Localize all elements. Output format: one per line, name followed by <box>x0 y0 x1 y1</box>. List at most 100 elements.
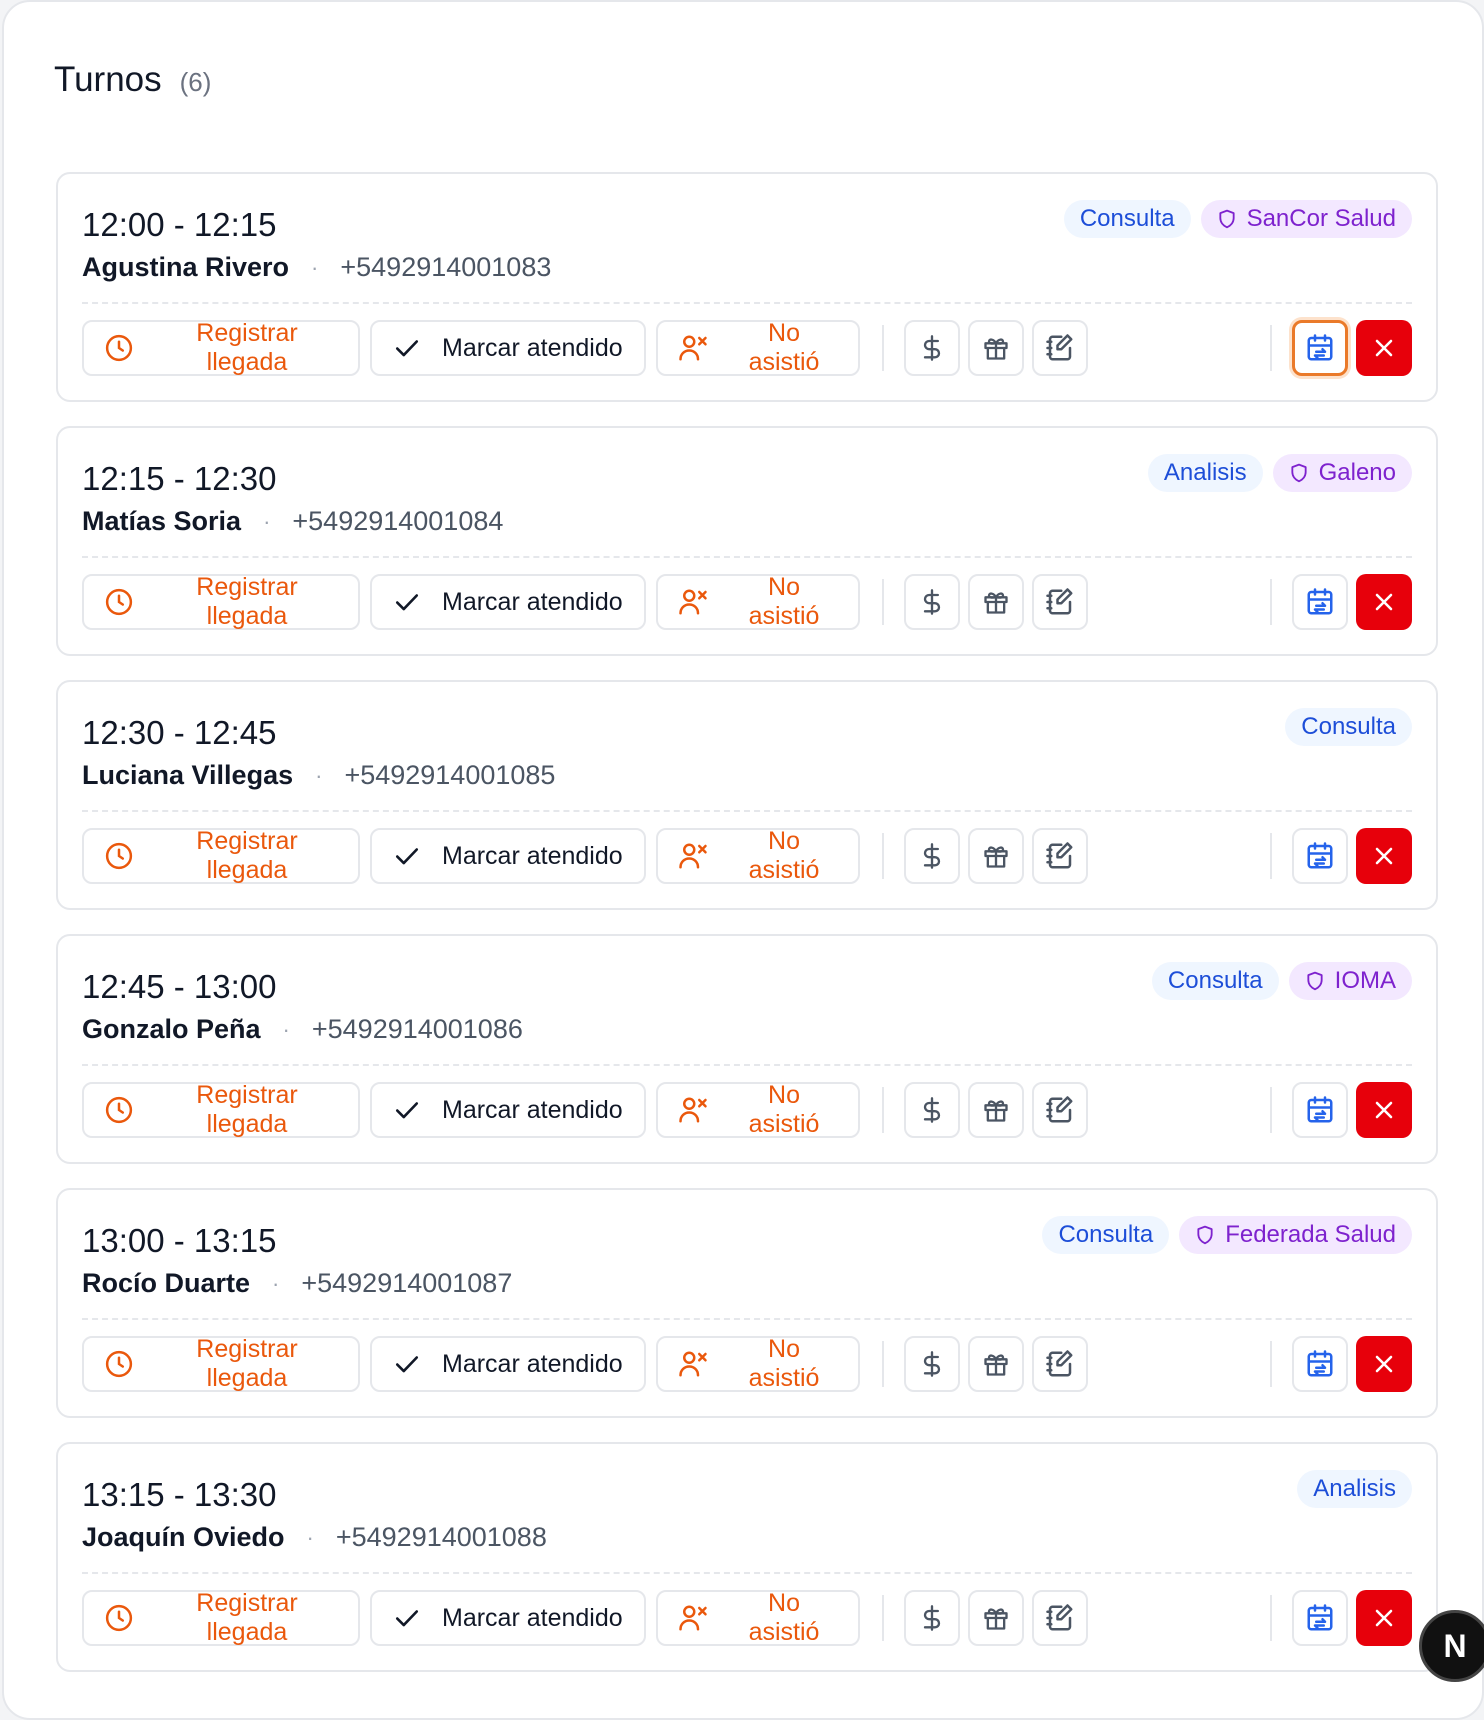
user-x-icon <box>678 1095 708 1125</box>
payment-button[interactable] <box>904 1590 960 1646</box>
cancel-appointment-button[interactable] <box>1356 1336 1412 1392</box>
register-arrival-button[interactable]: Registrar llegada <box>82 1335 360 1392</box>
card-actions: Registrar llegada Marcar atendido No asi… <box>82 1589 1096 1646</box>
shield-icon <box>1217 208 1237 230</box>
no-show-button[interactable]: No asistió <box>656 319 860 376</box>
no-show-button[interactable]: No asistió <box>656 1081 860 1138</box>
calendar-reschedule-icon <box>1305 841 1335 871</box>
notes-button[interactable] <box>1032 828 1088 884</box>
patient-info: Joaquín Oviedo · +5492914001088 <box>82 1522 547 1553</box>
patient-info: Matías Soria · +5492914001084 <box>82 506 503 537</box>
no-show-button[interactable]: No asistió <box>656 827 860 884</box>
mark-attended-button[interactable]: Marcar atendido <box>370 574 646 630</box>
check-icon <box>394 1097 420 1123</box>
register-arrival-button[interactable]: Registrar llegada <box>82 1081 360 1138</box>
payment-button[interactable] <box>904 320 960 376</box>
appointment-card: 12:15 - 12:30 Matías Soria · +5492914001… <box>56 426 1438 656</box>
cancel-appointment-button[interactable] <box>1356 828 1412 884</box>
payment-button[interactable] <box>904 1336 960 1392</box>
floating-avatar-button[interactable]: N <box>1419 1610 1484 1682</box>
gift-icon <box>982 334 1010 362</box>
reschedule-button[interactable] <box>1292 1082 1348 1138</box>
reschedule-button[interactable] <box>1292 574 1348 630</box>
reschedule-button[interactable] <box>1292 320 1348 376</box>
cancel-appointment-button[interactable] <box>1356 574 1412 630</box>
card-actions: Registrar llegada Marcar atendido No asi… <box>82 827 1096 884</box>
mark-attended-label: Marcar atendido <box>442 587 623 616</box>
check-icon <box>394 1605 420 1631</box>
appointment-time: 13:15 - 13:30 <box>82 1476 277 1513</box>
no-show-button[interactable]: No asistió <box>656 1335 860 1392</box>
separator-dot: · <box>272 1270 280 1296</box>
payment-button[interactable] <box>904 1082 960 1138</box>
close-icon <box>1372 1098 1396 1122</box>
appointment-time: 12:00 - 12:15 <box>82 206 277 243</box>
payment-button[interactable] <box>904 574 960 630</box>
reschedule-button[interactable] <box>1292 828 1348 884</box>
card-divider <box>82 556 1412 558</box>
card-right-actions <box>1270 574 1412 630</box>
register-arrival-button[interactable]: Registrar llegada <box>82 319 360 376</box>
panel-header: Turnos (6) <box>54 60 211 100</box>
card-right-actions <box>1270 1590 1412 1646</box>
check-icon <box>394 843 420 869</box>
gift-icon <box>982 842 1010 870</box>
appointment-tags: Consulta IOMA <box>1151 962 1412 1000</box>
shield-icon <box>1289 462 1309 484</box>
reschedule-button[interactable] <box>1292 1590 1348 1646</box>
reschedule-button[interactable] <box>1292 1336 1348 1392</box>
notes-button[interactable] <box>1032 574 1088 630</box>
no-show-label: No asistió <box>748 827 820 884</box>
shield-icon <box>1195 1224 1215 1246</box>
insurance-label: Galeno <box>1318 459 1396 486</box>
register-arrival-button[interactable]: Registrar llegada <box>82 573 360 630</box>
mark-attended-label: Marcar atendido <box>442 1603 623 1632</box>
separator-dot: · <box>263 508 271 534</box>
patient-info: Gonzalo Peña · +5492914001086 <box>82 1014 523 1045</box>
no-show-button[interactable]: No asistió <box>656 573 860 630</box>
gift-button[interactable] <box>968 1590 1024 1646</box>
patient-info: Luciana Villegas · +5492914001085 <box>82 760 555 791</box>
appointment-card: 12:00 - 12:15 Agustina Rivero · +5492914… <box>56 172 1438 402</box>
clock-icon <box>104 1349 134 1379</box>
no-show-label: No asistió <box>748 1081 820 1138</box>
close-icon <box>1372 590 1396 614</box>
register-arrival-button[interactable]: Registrar llegada <box>82 1589 360 1646</box>
cancel-appointment-button[interactable] <box>1356 1590 1412 1646</box>
patient-phone: +5492914001087 <box>301 1268 513 1298</box>
cancel-appointment-button[interactable] <box>1356 320 1412 376</box>
no-show-label: No asistió <box>748 1589 820 1646</box>
gift-button[interactable] <box>968 574 1024 630</box>
notes-button[interactable] <box>1032 320 1088 376</box>
mark-attended-button[interactable]: Marcar atendido <box>370 1082 646 1138</box>
calendar-reschedule-icon <box>1305 1349 1335 1379</box>
mark-attended-button[interactable]: Marcar atendido <box>370 828 646 884</box>
appointment-time: 12:30 - 12:45 <box>82 714 277 751</box>
insurance-label: SanCor Salud <box>1246 205 1396 232</box>
user-x-icon <box>678 587 708 617</box>
card-right-actions <box>1270 320 1412 376</box>
gift-button[interactable] <box>968 1336 1024 1392</box>
mark-attended-button[interactable]: Marcar atendido <box>370 1590 646 1646</box>
register-arrival-label: Registrar llegada <box>196 1589 298 1646</box>
mark-attended-button[interactable]: Marcar atendido <box>370 1336 646 1392</box>
notes-button[interactable] <box>1032 1336 1088 1392</box>
gift-button[interactable] <box>968 1082 1024 1138</box>
mark-attended-button[interactable]: Marcar atendido <box>370 320 646 376</box>
notes-button[interactable] <box>1032 1082 1088 1138</box>
register-arrival-button[interactable]: Registrar llegada <box>82 827 360 884</box>
user-x-icon <box>678 1349 708 1379</box>
no-show-button[interactable]: No asistió <box>656 1589 860 1646</box>
gift-button[interactable] <box>968 828 1024 884</box>
cancel-appointment-button[interactable] <box>1356 1082 1412 1138</box>
gift-button[interactable] <box>968 320 1024 376</box>
appointment-type-badge: Consulta <box>1151 962 1279 1000</box>
payment-button[interactable] <box>904 828 960 884</box>
notes-button[interactable] <box>1032 1590 1088 1646</box>
page-title: Turnos <box>54 60 162 99</box>
gift-icon <box>982 1604 1010 1632</box>
calendar-reschedule-icon <box>1305 1095 1335 1125</box>
dollar-icon <box>918 1349 946 1379</box>
patient-name: Gonzalo Peña <box>82 1014 261 1044</box>
dollar-icon <box>918 1095 946 1125</box>
